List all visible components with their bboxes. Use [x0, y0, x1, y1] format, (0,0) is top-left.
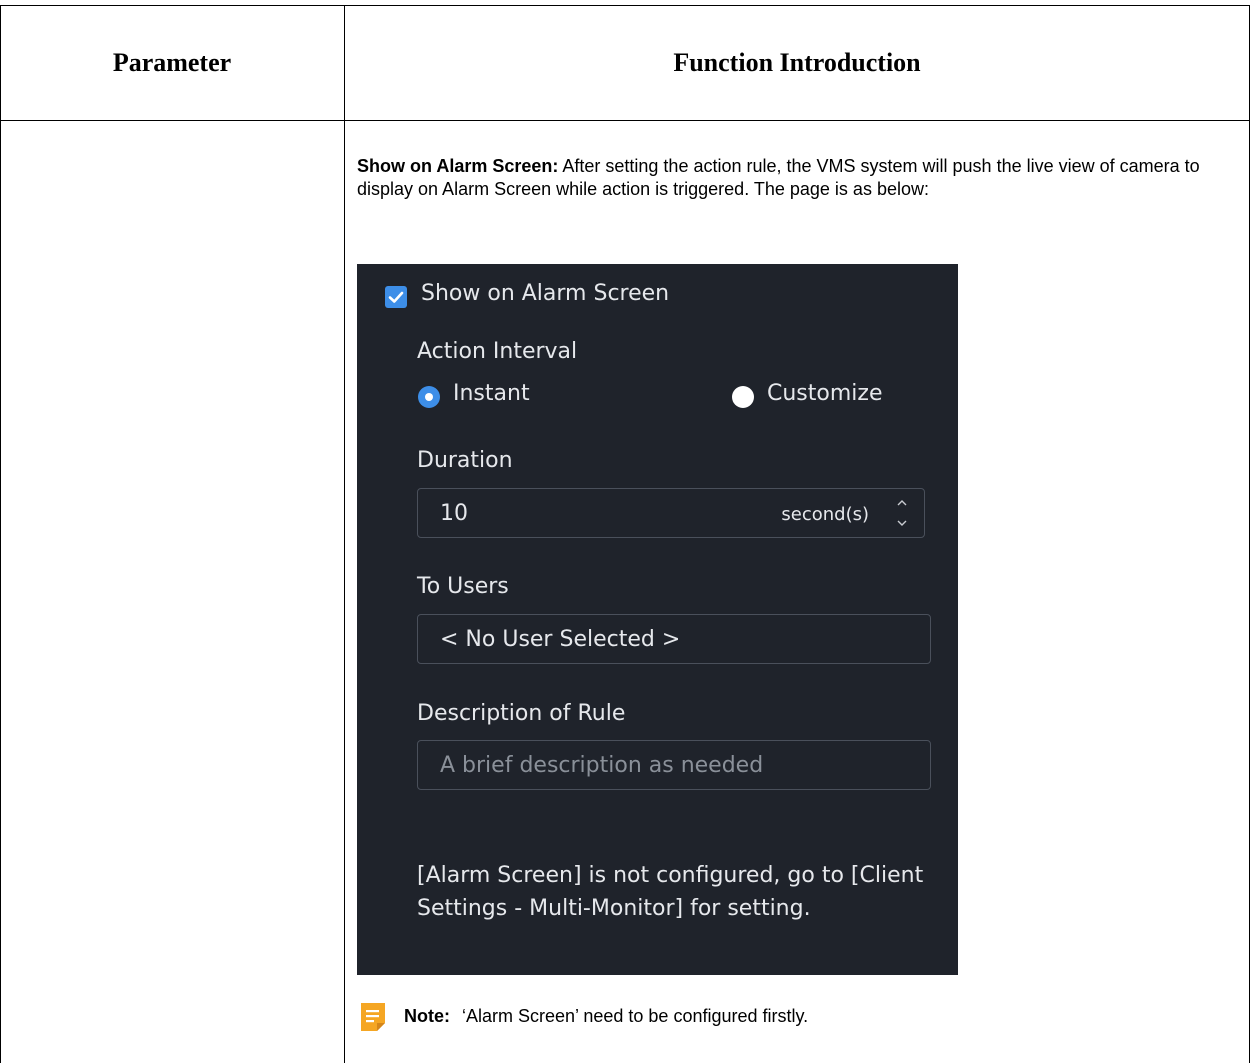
- action-interval-label: Action Interval: [417, 339, 578, 364]
- alarm-screen-settings-panel: Show on Alarm Screen Action Interval Ins…: [357, 264, 958, 975]
- column-divider: [344, 5, 345, 1063]
- header-parameter: Parameter: [112, 48, 232, 77]
- header-function-introduction: Function Introduction: [673, 48, 921, 77]
- show-on-alarm-screen-label: Show on Alarm Screen: [421, 281, 670, 306]
- spinner-arrows-icon[interactable]: [894, 493, 910, 533]
- note: Note: ‘Alarm Screen’ need to be configure…: [404, 1006, 808, 1027]
- checkmark-icon: [388, 291, 404, 303]
- to-users-value: < No User Selected >: [440, 627, 681, 652]
- radio-instant[interactable]: [418, 386, 440, 408]
- description-placeholder: A brief description as needed: [440, 753, 764, 778]
- duration-stepper[interactable]: 10 second(s): [417, 488, 925, 538]
- alarm-screen-not-configured-message: [Alarm Screen] is not configured, go to …: [417, 863, 924, 921]
- intro-lead: Show on Alarm Screen:: [357, 156, 559, 176]
- radio-instant-label: Instant: [453, 381, 530, 406]
- note-label: Note:: [404, 1006, 450, 1026]
- radio-customize[interactable]: [732, 386, 754, 408]
- description-input[interactable]: A brief description as needed: [417, 740, 931, 790]
- table-border-left: [0, 5, 1, 1063]
- radio-customize-label: Customize: [767, 381, 883, 406]
- duration-value: 10: [440, 501, 468, 526]
- note-text: ‘Alarm Screen’ need to be configured fir…: [462, 1006, 809, 1026]
- to-users-select[interactable]: < No User Selected >: [417, 614, 931, 664]
- duration-label: Duration: [417, 448, 513, 473]
- note-icon: [361, 1003, 385, 1031]
- to-users-label: To Users: [417, 574, 509, 599]
- show-on-alarm-screen-checkbox[interactable]: [385, 286, 407, 308]
- description-label: Description of Rule: [417, 701, 626, 726]
- duration-unit: second(s): [781, 504, 869, 525]
- intro-paragraph: Show on Alarm Screen: After setting the …: [357, 155, 1227, 201]
